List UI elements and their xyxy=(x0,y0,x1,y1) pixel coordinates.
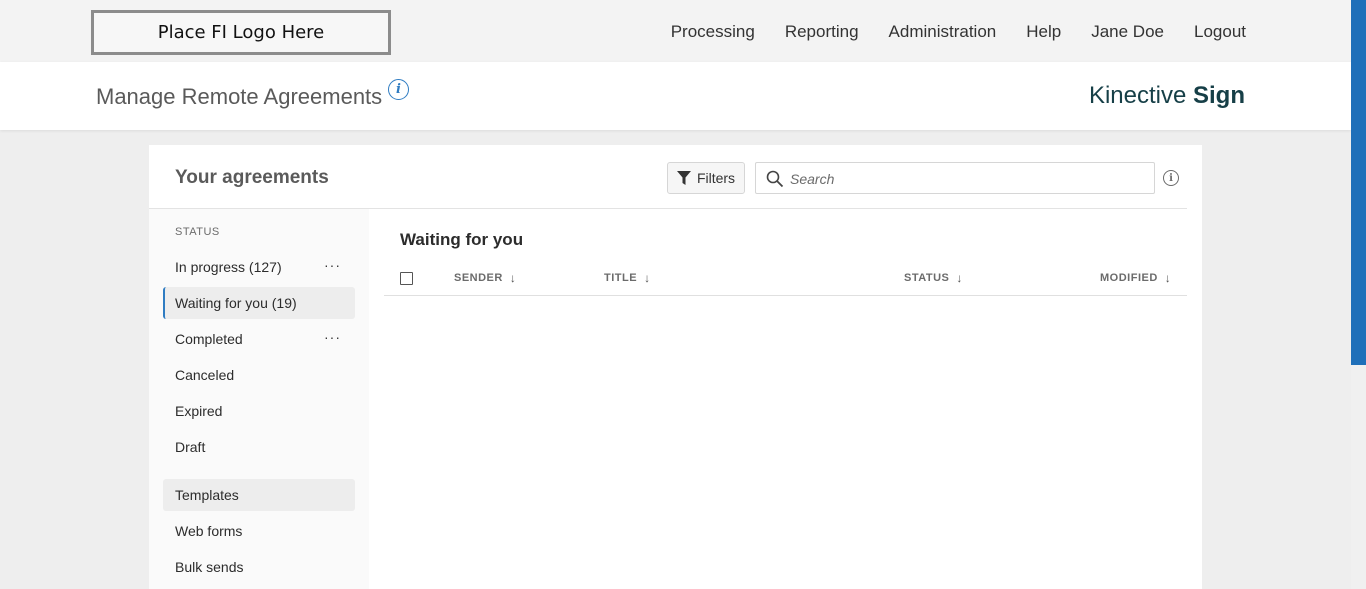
nav-reporting[interactable]: Reporting xyxy=(785,22,859,42)
sidebar-item-waiting-for-you[interactable]: Waiting for you (19) xyxy=(163,287,355,319)
column-label: STATUS xyxy=(904,272,950,284)
select-all-checkbox[interactable] xyxy=(400,272,413,285)
logo-placeholder[interactable]: Place FI Logo Here xyxy=(91,10,391,55)
nav-help[interactable]: Help xyxy=(1026,22,1061,42)
status-sidebar: STATUS In progress (127) ··· Waiting for… xyxy=(149,209,369,589)
sidebar-item-canceled[interactable]: Canceled xyxy=(163,359,355,391)
brand-logo: Kinective Sign xyxy=(1089,82,1245,110)
sidebar-item-label: Draft xyxy=(175,439,206,455)
sidebar-item-completed[interactable]: Completed ··· xyxy=(163,323,355,355)
table-header-row: SENDER ↓ TITLE ↓ STATUS ↓ MODIFIED ↓ xyxy=(384,263,1187,296)
nav-logout[interactable]: Logout xyxy=(1194,22,1246,42)
list-title: Waiting for you xyxy=(400,230,524,249)
column-label: SENDER xyxy=(454,272,503,284)
agreements-card: Your agreements Filters i STATUS In prog… xyxy=(149,145,1202,589)
column-sender[interactable]: SENDER ↓ xyxy=(454,271,516,285)
column-modified[interactable]: MODIFIED ↓ xyxy=(1100,271,1171,285)
sidebar-item-label: Templates xyxy=(175,487,239,503)
sidebar-item-label: Web forms xyxy=(175,523,243,539)
column-status[interactable]: STATUS ↓ xyxy=(904,271,963,285)
brand-name-light: Kinective xyxy=(1088,82,1187,109)
search-box[interactable] xyxy=(755,162,1155,194)
filters-label: Filters xyxy=(696,170,736,186)
sidebar-item-label: Completed xyxy=(175,331,243,347)
sidebar-item-label: Expired xyxy=(175,403,223,419)
main-nav: Processing Reporting Administration Help… xyxy=(671,22,1246,42)
filters-button[interactable]: Filters xyxy=(667,162,745,194)
nav-user-name[interactable]: Jane Doe xyxy=(1091,22,1164,42)
sidebar-item-templates[interactable]: Templates xyxy=(163,479,355,511)
sidebar-item-in-progress[interactable]: In progress (127) ··· xyxy=(163,251,355,283)
sidebar-item-bulk-sends[interactable]: Bulk sends xyxy=(163,551,355,583)
scrollbar-thumb[interactable] xyxy=(1351,0,1366,365)
nav-administration[interactable]: Administration xyxy=(889,22,997,42)
more-icon[interactable]: ··· xyxy=(324,330,341,344)
page-title: Manage Remote Agreements xyxy=(96,84,383,109)
column-label: TITLE xyxy=(604,272,638,284)
card-title: Your agreements xyxy=(175,167,329,188)
sort-down-icon: ↓ xyxy=(956,271,963,285)
search-icon xyxy=(766,170,784,188)
info-icon[interactable]: i xyxy=(388,79,409,100)
status-section-label: STATUS xyxy=(175,226,220,238)
sidebar-item-label: Waiting for you (19) xyxy=(175,295,297,311)
search-input[interactable] xyxy=(790,169,1140,189)
search-info-icon[interactable]: i xyxy=(1163,170,1179,186)
sort-down-icon: ↓ xyxy=(509,271,517,285)
column-title[interactable]: TITLE ↓ xyxy=(604,271,651,285)
sidebar-item-web-forms[interactable]: Web forms xyxy=(163,515,355,547)
column-label: MODIFIED xyxy=(1100,272,1158,284)
nav-processing[interactable]: Processing xyxy=(671,22,755,42)
page-header: Manage Remote Agreements i Kinective Sig… xyxy=(0,62,1351,130)
sort-down-icon: ↓ xyxy=(1164,271,1172,285)
more-icon[interactable]: ··· xyxy=(324,258,341,272)
sidebar-item-label: In progress (127) xyxy=(175,259,282,275)
sidebar-item-expired[interactable]: Expired xyxy=(163,395,355,427)
filter-icon xyxy=(676,170,691,185)
sort-down-icon: ↓ xyxy=(644,271,651,285)
sidebar-item-draft[interactable]: Draft xyxy=(163,431,355,463)
brand-name-bold: Sign xyxy=(1193,82,1245,109)
sidebar-item-label: Bulk sends xyxy=(175,559,244,575)
top-navigation-bar: Place FI Logo Here Processing Reporting … xyxy=(0,0,1351,62)
sidebar-item-label: Canceled xyxy=(175,367,235,383)
